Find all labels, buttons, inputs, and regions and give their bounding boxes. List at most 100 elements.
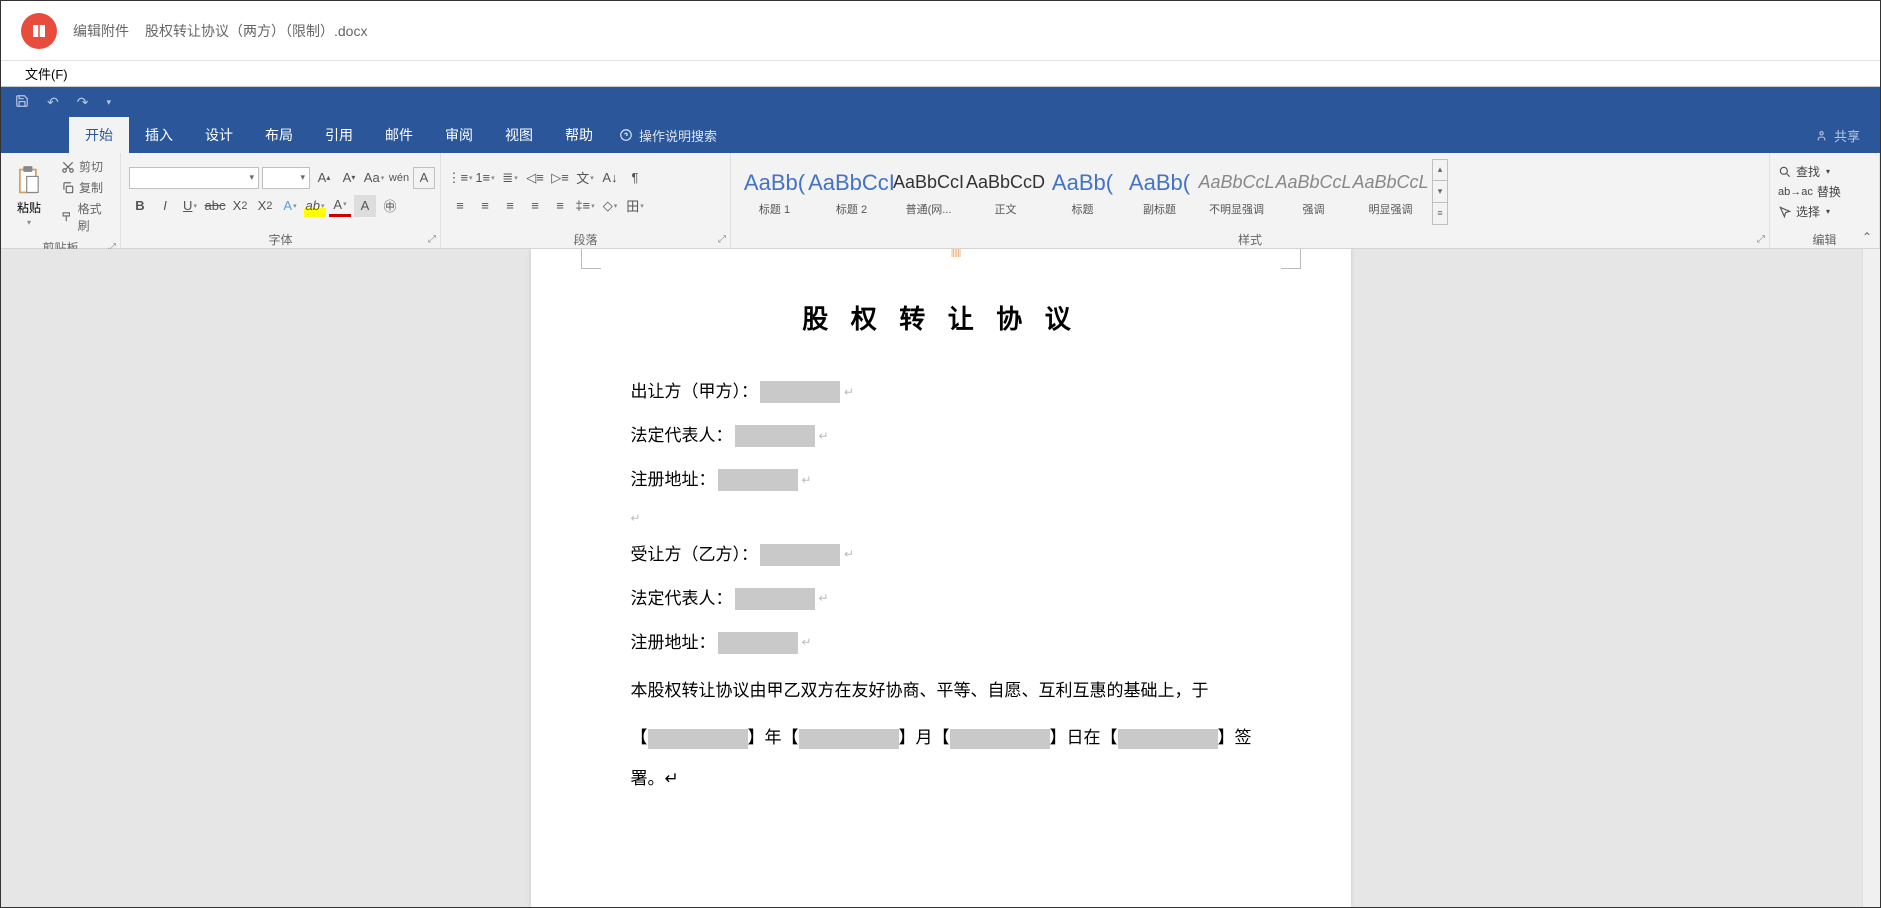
tab-mailings[interactable]: 邮件 [369, 117, 429, 153]
enclose-char-button[interactable]: ㊥ [379, 195, 401, 217]
document-title[interactable]: 股 权 转 让 协 议 [601, 299, 1281, 336]
styles-group-label: 样式 [1238, 231, 1262, 248]
strikethrough-button[interactable]: abc [204, 195, 226, 217]
subscript-button[interactable]: X2 [229, 195, 251, 217]
undo-icon[interactable]: ↶ [47, 94, 59, 111]
align-center-button[interactable]: ≡ [474, 195, 496, 217]
blank-field[interactable] [760, 544, 840, 566]
save-icon[interactable] [15, 94, 29, 111]
italic-button[interactable]: I [154, 195, 176, 217]
change-case-button[interactable]: Aa [363, 167, 385, 189]
tell-me-search[interactable]: 操作说明搜索 [619, 117, 717, 153]
vertical-scrollbar[interactable] [1862, 249, 1880, 907]
document-page[interactable]: |||||| 股 权 转 让 协 议 出让方（甲方）： ↵ 法定代表人： ↵ 注… [531, 249, 1351, 907]
phonetic-guide-button[interactable]: wén [388, 167, 410, 189]
distributed-button[interactable]: ≡ [549, 195, 571, 217]
party-b-line[interactable]: 受让方（乙方）： ↵ [631, 533, 1281, 577]
superscript-button[interactable]: X2 [254, 195, 276, 217]
font-name-combo[interactable] [129, 167, 259, 189]
styles-launcher-icon[interactable]: ⤢ [1757, 234, 1765, 245]
blank-field[interactable] [648, 729, 748, 749]
qat-customize-icon[interactable]: ▾ [106, 97, 111, 108]
redo-icon[interactable]: ↷ [77, 94, 89, 111]
legal-rep-b-line[interactable]: 法定代表人： ↵ [631, 577, 1281, 621]
file-menu[interactable]: 文件(F) [21, 64, 72, 83]
style-item[interactable]: AaBbCcL不明显强调 [1199, 159, 1274, 225]
scroll-up-icon[interactable]: ▴ [1433, 160, 1447, 182]
blank-field[interactable] [735, 588, 815, 610]
numbering-button[interactable]: 1≡ [474, 167, 496, 189]
reg-addr-b-line[interactable]: 注册地址： ↵ [631, 621, 1281, 665]
legal-rep-a-line[interactable]: 法定代表人： ↵ [631, 414, 1281, 458]
blank-field[interactable] [718, 632, 798, 654]
blank-field[interactable] [799, 729, 899, 749]
text-effects-button[interactable]: A [279, 195, 301, 217]
line-spacing-button[interactable]: ‡≡ [574, 195, 596, 217]
tab-references[interactable]: 引用 [309, 117, 369, 153]
bullets-button[interactable]: ⋮≡ [449, 167, 471, 189]
blank-field[interactable] [718, 469, 798, 491]
style-item[interactable]: AaBbCcI普通(网... [891, 159, 966, 225]
style-item[interactable]: AaBbCcI标题 2 [814, 159, 889, 225]
party-a-line[interactable]: 出让方（甲方）： ↵ [631, 370, 1281, 414]
show-marks-button[interactable]: ¶ [624, 167, 646, 189]
style-name: 标题 [1072, 201, 1094, 217]
font-color-button[interactable]: A [329, 195, 351, 217]
cut-button[interactable]: 剪切 [59, 157, 112, 176]
tab-home[interactable]: 开始 [69, 117, 129, 153]
expand-gallery-icon[interactable]: ≡ [1433, 203, 1447, 224]
style-item[interactable]: AaBbCcL明显强调 [1353, 159, 1428, 225]
style-item[interactable]: AaBbCcD正文 [968, 159, 1043, 225]
scroll-down-icon[interactable]: ▾ [1433, 181, 1447, 203]
paste-button[interactable]: 粘贴 ▾ [9, 163, 49, 229]
shrink-font-button[interactable]: A▾ [338, 167, 360, 189]
collapse-ribbon-icon[interactable]: ⌃ [1862, 230, 1872, 244]
tab-design[interactable]: 设计 [189, 117, 249, 153]
decrease-indent-button[interactable]: ◁≡ [524, 167, 546, 189]
underline-button[interactable]: U [179, 195, 201, 217]
body-para-1[interactable]: 本股权转让协议由甲乙双方在友好协商、平等、自愿、互利互惠的基础上，于 [631, 671, 1281, 712]
character-shading-button[interactable]: A [354, 195, 376, 217]
font-size-combo[interactable] [262, 167, 310, 189]
document-area[interactable]: |||||| 股 权 转 让 协 议 出让方（甲方）： ↵ 法定代表人： ↵ 注… [1, 249, 1880, 907]
paragraph-launcher-icon[interactable]: ⤢ [718, 234, 726, 245]
blank-field[interactable] [950, 729, 1050, 749]
style-item[interactable]: AaBb(标题 [1045, 159, 1120, 225]
tab-insert[interactable]: 插入 [129, 117, 189, 153]
blank-field[interactable] [760, 381, 840, 403]
body-para-2[interactable]: 【】年【】月【】日在【】签署。↵ [631, 718, 1281, 800]
tab-review[interactable]: 审阅 [429, 117, 489, 153]
empty-line[interactable]: ↵ [631, 503, 1281, 533]
align-right-button[interactable]: ≡ [499, 195, 521, 217]
asian-layout-button[interactable]: 文 [574, 167, 596, 189]
copy-button[interactable]: 复制 [59, 178, 112, 197]
find-button[interactable]: 查找▾ [1778, 163, 1841, 180]
character-border-button[interactable]: A [413, 167, 435, 189]
tab-view[interactable]: 视图 [489, 117, 549, 153]
style-item[interactable]: AaBbCcL强调 [1276, 159, 1351, 225]
gallery-scroll[interactable]: ▴▾≡ [1432, 159, 1448, 225]
justify-button[interactable]: ≡ [524, 195, 546, 217]
increase-indent-button[interactable]: ▷≡ [549, 167, 571, 189]
borders-button[interactable]: 田 [624, 195, 646, 217]
grow-font-button[interactable]: A▴ [313, 167, 335, 189]
share-button[interactable]: 共享 [1815, 117, 1860, 153]
font-launcher-icon[interactable]: ⤢ [428, 234, 436, 245]
tab-layout[interactable]: 布局 [249, 117, 309, 153]
multilevel-list-button[interactable]: ≣ [499, 167, 521, 189]
bold-button[interactable]: B [129, 195, 151, 217]
select-button[interactable]: 选择▾ [1778, 203, 1841, 220]
align-left-button[interactable]: ≡ [449, 195, 471, 217]
highlight-button[interactable]: ab [304, 195, 326, 217]
blank-field[interactable] [735, 425, 815, 447]
shading-button[interactable]: ◇ [599, 195, 621, 217]
format-painter-button[interactable]: 格式刷 [59, 199, 112, 235]
ribbon-tabs: 开始 插入 设计 布局 引用 邮件 审阅 视图 帮助 操作说明搜索 共享 [1, 117, 1880, 153]
sort-button[interactable]: A↓ [599, 167, 621, 189]
style-item[interactable]: AaBb(标题 1 [737, 159, 812, 225]
reg-addr-a-line[interactable]: 注册地址： ↵ [631, 458, 1281, 502]
tab-help[interactable]: 帮助 [549, 117, 609, 153]
blank-field[interactable] [1118, 729, 1218, 749]
replace-button[interactable]: ab→ac 替换 [1778, 183, 1841, 200]
style-item[interactable]: AaBb(副标题 [1122, 159, 1197, 225]
